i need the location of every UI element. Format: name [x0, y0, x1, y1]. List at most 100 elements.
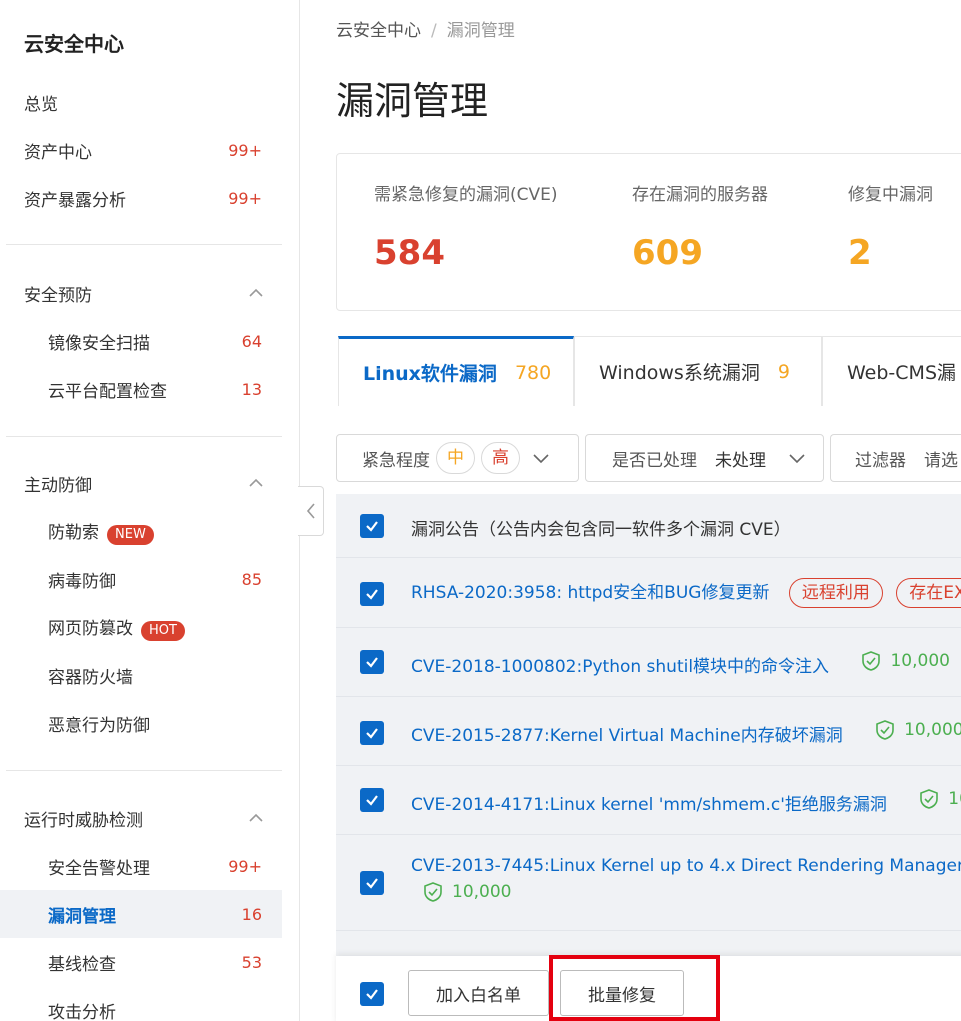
stat-value: 2 [848, 233, 872, 273]
table-row[interactable]: CVE-2013-7445:Linux Kernel up to 4.x Dir… [336, 835, 961, 931]
score-value: 10,000 [904, 720, 961, 740]
highlight-box [549, 955, 720, 1021]
row-title-link[interactable]: CVE-2018-1000802:Python shutil模块中的命令注入 1… [411, 650, 950, 677]
table-row[interactable]: CVE-2018-1000802:Python shutil模块中的命令注入 1… [336, 628, 961, 697]
sidebar-item-label: 网页防篡改 HOT [48, 614, 185, 641]
sidebar-item-container-firewall[interactable]: 容器防火墙 [0, 651, 282, 699]
sidebar-item-count: 99+ [228, 188, 262, 208]
sidebar-item-count: 85 [241, 569, 262, 589]
stat-label: 存在漏洞的服务器 [632, 185, 768, 205]
new-badge: NEW [107, 524, 154, 545]
sidebar-item-vulnerabilities[interactable]: 漏洞管理 16 [0, 890, 282, 938]
sidebar-item-count: 64 [241, 331, 262, 351]
tab-linux[interactable]: Linux软件漏洞 780 [338, 336, 574, 406]
urgency-filter-label: 紧急程度 [362, 450, 430, 471]
sidebar-group-runtime[interactable]: 运行时威胁检测 [0, 794, 282, 842]
tab-count: 9 [777, 360, 790, 383]
sidebar-item-config-check[interactable]: 云平台配置检查 13 [0, 365, 282, 413]
tab-count: 780 [514, 361, 552, 384]
bulk-select-checkbox[interactable] [360, 982, 384, 1006]
tab-label: Linux软件漏洞 [363, 363, 497, 385]
breadcrumb-current: 漏洞管理 [446, 21, 515, 41]
sidebar-item-label: 恶意行为防御 [48, 715, 150, 736]
sidebar-group-prevention[interactable]: 安全预防 [0, 269, 282, 317]
sidebar-item-overview[interactable]: 总览 [0, 78, 282, 126]
row-title-link[interactable]: CVE-2015-2877:Kernel Virtual Machine内存破坏… [411, 719, 961, 746]
add-whitelist-button[interactable]: 加入白名单 [408, 970, 549, 1016]
sidebar-item-label: 资产中心 [24, 142, 92, 163]
vuln-title[interactable]: CVE-2018-1000802:Python shutil模块中的命令注入 [411, 657, 829, 677]
breadcrumb-root[interactable]: 云安全中心 [336, 21, 421, 41]
sidebar-brand: 云安全中心 [24, 32, 124, 56]
sidebar-item-label: 漏洞管理 [48, 906, 116, 927]
stat-label: 需紧急修复的漏洞(CVE) [374, 185, 558, 205]
urgency-medium-pill[interactable]: 中 [436, 442, 475, 474]
sidebar-item-virus[interactable]: 病毒防御 85 [0, 555, 282, 603]
filter-placeholder: 请选 [924, 450, 958, 471]
check-icon [366, 795, 378, 806]
row-checkbox[interactable] [360, 788, 384, 812]
filter-selector[interactable]: 过滤器 请选 [830, 434, 961, 482]
vuln-title[interactable]: CVE-2013-7445:Linux Kernel up to 4.x Dir… [411, 856, 961, 876]
score-badge: 10,00 [918, 788, 961, 810]
sidebar-item-assets[interactable]: 资产中心 99+ [0, 126, 282, 174]
table-row[interactable]: CVE-2014-4171:Linux kernel 'mm/shmem.c'拒… [336, 766, 961, 835]
urgency-high-pill[interactable]: 高 [481, 442, 520, 474]
sidebar-item-web-tamper[interactable]: 网页防篡改 HOT [0, 603, 282, 651]
sidebar-item-malicious-behavior[interactable]: 恶意行为防御 [0, 699, 282, 747]
sidebar-item-exposure[interactable]: 资产暴露分析 99+ [0, 174, 282, 222]
row-title-link[interactable]: RHSA-2020:3958: httpd安全和BUG修复更新 远程利用 存在E… [411, 578, 961, 608]
urgency-filter[interactable]: 紧急程度 中 高 [336, 434, 579, 482]
sidebar-collapse-button[interactable] [298, 486, 324, 536]
sidebar-item-label: 容器防火墙 [48, 667, 133, 688]
sidebar-item-label: 病毒防御 [48, 571, 116, 592]
shield-check-icon [920, 789, 939, 809]
tab-web-cms[interactable]: Web-CMS漏 [822, 336, 961, 406]
sidebar-item-label: 总览 [24, 94, 58, 115]
sidebar-group-title: 安全预防 [24, 285, 92, 306]
sidebar-divider [6, 770, 282, 771]
chevron-up-icon [249, 288, 263, 297]
check-icon [366, 728, 378, 739]
row-checkbox[interactable] [360, 650, 384, 674]
row-title-link[interactable]: CVE-2014-4171:Linux kernel 'mm/shmem.c'拒… [411, 788, 961, 815]
row-checkbox[interactable] [360, 871, 384, 895]
chevron-down-icon [533, 454, 549, 464]
sidebar-item-label: 安全告警处理 [48, 858, 150, 879]
table-row[interactable]: CVE-2015-2877:Kernel Virtual Machine内存破坏… [336, 697, 961, 766]
sidebar-item-attack-analysis[interactable]: 攻击分析 [0, 986, 282, 1021]
vuln-title[interactable]: CVE-2015-2877:Kernel Virtual Machine内存破坏… [411, 726, 843, 746]
sidebar-item-label: 资产暴露分析 [24, 190, 126, 211]
vuln-title[interactable]: CVE-2014-4171:Linux kernel 'mm/shmem.c'拒… [411, 795, 887, 815]
sidebar-item-alerts[interactable]: 安全告警处理 99+ [0, 842, 282, 890]
sidebar-item-text: 防勒索 [48, 522, 99, 543]
sidebar-item-count: 99+ [228, 140, 262, 160]
select-all-checkbox[interactable] [360, 514, 384, 538]
vuln-type-tabs: Linux软件漏洞 780 Windows系统漏洞 9 Web-CMS漏 [336, 336, 961, 406]
sidebar-divider [6, 244, 282, 245]
remote-exploit-tag: 远程利用 [788, 578, 883, 608]
sidebar-group-active-defense[interactable]: 主动防御 [0, 459, 282, 507]
score-value: 10,00 [948, 789, 961, 809]
stat-fixing[interactable]: 修复中漏洞 2 [848, 180, 933, 273]
sidebar-item-ransomware[interactable]: 防勒索 NEW [0, 507, 282, 555]
shield-check-icon [876, 720, 894, 740]
sidebar: 云安全中心 总览 资产中心 99+ 资产暴露分析 99+ 安全预防 镜像安全扫描… [0, 0, 300, 1021]
chevron-up-icon [249, 813, 263, 822]
stat-urgent-cve[interactable]: 需紧急修复的漏洞(CVE) 584 [374, 180, 558, 273]
list-header-row: 漏洞公告（公告内会包含同一软件多个漏洞 CVE） [336, 494, 961, 558]
hot-badge: HOT [141, 620, 185, 641]
sidebar-item-baseline[interactable]: 基线检查 53 [0, 938, 282, 986]
page-title: 漏洞管理 [336, 79, 489, 123]
handled-filter-label: 是否已处理 [612, 450, 697, 471]
tab-windows[interactable]: Windows系统漏洞 9 [574, 336, 822, 406]
row-checkbox[interactable] [360, 721, 384, 745]
table-row[interactable]: RHSA-2020:3958: httpd安全和BUG修复更新 远程利用 存在E… [336, 558, 961, 628]
stat-vulnerable-servers[interactable]: 存在漏洞的服务器 609 [632, 180, 768, 273]
sidebar-item-label: 防勒索 NEW [48, 518, 154, 545]
vuln-title[interactable]: RHSA-2020:3958: httpd安全和BUG修复更新 [411, 583, 769, 603]
handled-filter[interactable]: 是否已处理 未处理 [585, 434, 824, 482]
sidebar-item-image-scan[interactable]: 镜像安全扫描 64 [0, 317, 282, 365]
row-checkbox[interactable] [360, 582, 384, 606]
check-icon [366, 657, 378, 668]
